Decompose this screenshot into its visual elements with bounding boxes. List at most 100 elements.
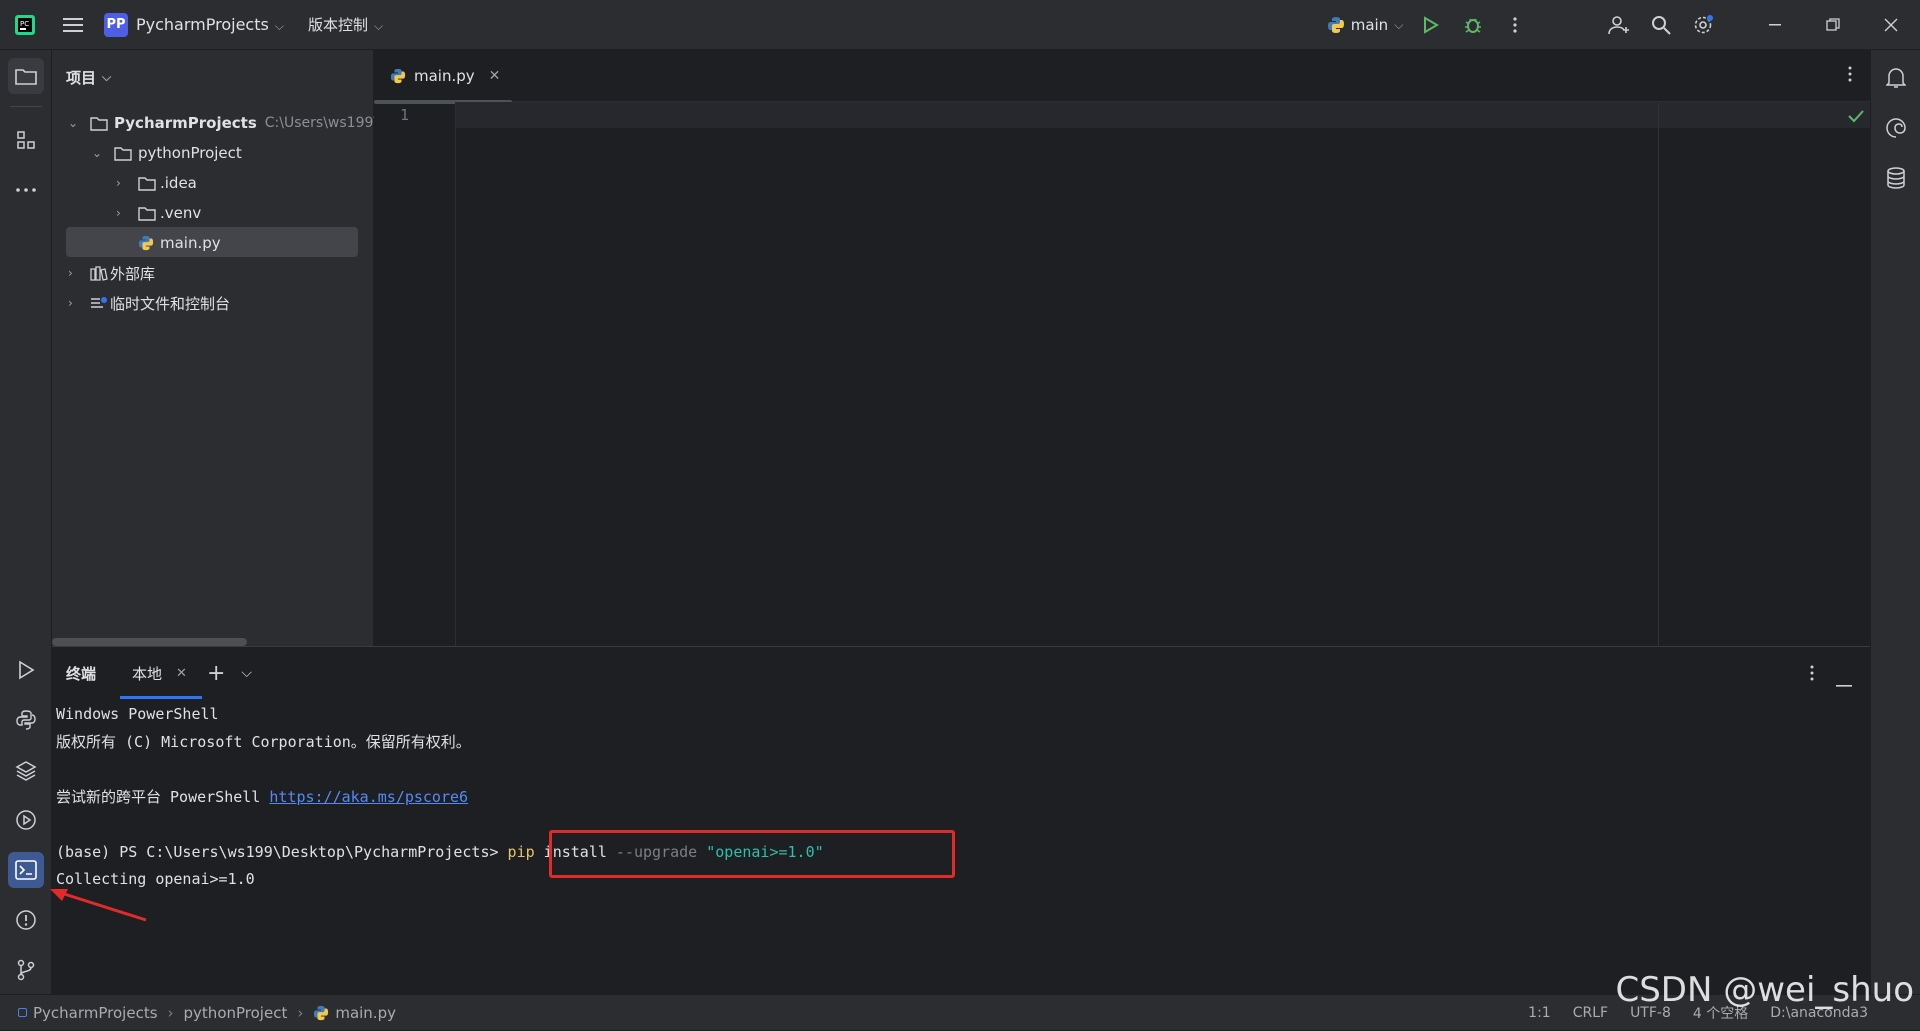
project-horizontal-scrollbar[interactable] <box>52 638 247 646</box>
chevron-right-icon[interactable]: › <box>68 296 84 310</box>
tree-item-label: pythonProject <box>138 144 242 162</box>
tree-item-label: .idea <box>160 174 197 192</box>
chevron-right-icon[interactable]: › <box>116 176 132 190</box>
folder-icon <box>114 146 132 161</box>
active-tab-indicator <box>120 696 203 699</box>
debug-button[interactable] <box>1452 0 1494 50</box>
tree-item-path: C:\Users\ws199\I <box>264 115 383 131</box>
close-tab-icon[interactable]: ✕ <box>176 666 187 681</box>
chevron-down-icon[interactable]: ⌵ <box>241 665 252 681</box>
run-button[interactable] <box>1410 0 1452 50</box>
tree-item-external-libraries[interactable]: › 外部库 <box>68 258 155 288</box>
code-area[interactable] <box>457 102 1869 646</box>
main-menu-button[interactable] <box>50 0 96 50</box>
run-tool-button[interactable] <box>8 652 44 688</box>
breadcrumb: PycharmProjects › pythonProject › main.p… <box>18 1004 396 1022</box>
breadcrumb-item[interactable]: main.py <box>335 1004 396 1022</box>
tree-item-idea[interactable]: › .idea <box>116 168 197 198</box>
close-tab-icon[interactable]: ✕ <box>489 68 501 84</box>
chevron-down-icon: ⌵ <box>1394 17 1404 32</box>
project-panel-header[interactable]: 项目 ⌵ <box>52 50 373 104</box>
terminal-panel: 终端 本地 ✕ + ⌵ Windows PowerShell 版权所有 (C) M… <box>52 646 1870 994</box>
structure-tool-button[interactable] <box>8 122 44 158</box>
pscore-link[interactable]: https://aka.ms/pscore6 <box>269 788 468 806</box>
git-tool-button[interactable] <box>8 952 44 988</box>
terminal-title: 终端 <box>66 664 97 683</box>
scratch-icon <box>91 296 107 308</box>
layers-icon <box>15 761 37 781</box>
editor-tab-main-py[interactable]: main.py ✕ <box>374 50 512 104</box>
search-icon[interactable] <box>1640 0 1682 50</box>
run-icon <box>19 660 35 680</box>
python-icon <box>1327 17 1344 33</box>
python-file-icon <box>390 68 406 84</box>
more-tools-button[interactable] <box>8 172 44 208</box>
tree-item-main-py[interactable]: main.py <box>138 228 221 258</box>
python-console-icon <box>16 710 36 730</box>
settings-gear-icon[interactable] <box>1682 0 1724 50</box>
breadcrumb-item[interactable]: pythonProject <box>184 1004 288 1022</box>
terminal-tool-button[interactable] <box>8 852 44 888</box>
folder-icon <box>138 176 156 191</box>
chevron-down-icon[interactable]: ⌄ <box>68 116 84 130</box>
project-badge[interactable]: PP <box>104 12 128 37</box>
project-name: PycharmProjects <box>136 15 269 34</box>
folder-icon <box>90 116 108 131</box>
terminal-line: Windows PowerShell <box>56 705 219 723</box>
new-terminal-plus-icon[interactable]: + <box>207 661 225 686</box>
terminal-options-button[interactable] <box>1810 665 1814 685</box>
chevron-down-icon[interactable]: ⌄ <box>92 146 108 160</box>
restore-button[interactable] <box>1804 0 1862 50</box>
terminal-icon <box>15 860 37 880</box>
tree-item-venv[interactable]: › .venv <box>116 198 201 228</box>
python-packages-tool-button[interactable] <box>8 752 44 788</box>
database-icon[interactable] <box>1878 160 1914 196</box>
tree-item-pythonproject[interactable]: ⌄ pythonProject <box>92 138 242 168</box>
close-window-button[interactable] <box>1862 0 1920 50</box>
problems-tool-button[interactable] <box>8 902 44 938</box>
line-number: 1 <box>400 106 410 124</box>
vcs-menu[interactable]: 版本控制 ⌵ <box>308 14 383 35</box>
library-icon <box>90 265 108 281</box>
red-arrow-annotation <box>50 889 147 922</box>
python-console-tool-button[interactable] <box>8 702 44 738</box>
folder-icon <box>15 69 37 85</box>
tree-item-label: 外部库 <box>110 264 156 283</box>
tree-item-scratches[interactable]: › 临时文件和控制台 <box>68 288 230 318</box>
caret-position[interactable]: 1:1 <box>1528 1005 1551 1021</box>
right-tool-strip <box>1870 50 1920 994</box>
notifications-bell-icon[interactable] <box>1878 60 1914 96</box>
editor-tab-options-button[interactable] <box>1848 66 1852 86</box>
terminal-tab-local[interactable]: 本地 ✕ <box>120 647 203 699</box>
editor-tab-label: main.py <box>414 67 475 85</box>
terminal-line: 版权所有 (C) Microsoft Corporation。保留所有权利。 <box>56 732 471 751</box>
left-tool-strip <box>0 50 52 994</box>
more-actions-button[interactable] <box>1494 0 1536 50</box>
hide-panel-minimize-icon[interactable] <box>1836 672 1852 691</box>
editor-area: main.py ✕ 1 <box>374 50 1870 646</box>
chevron-down-icon: ⌵ <box>274 19 284 33</box>
highlight-box-annotation <box>549 830 955 878</box>
run-config-selector[interactable]: main ⌵ <box>1320 0 1410 50</box>
editor-gutter <box>374 102 456 646</box>
project-switcher[interactable]: PycharmProjects ⌵ <box>136 15 284 34</box>
python-file-icon <box>314 1005 329 1020</box>
ai-assistant-spiral-icon[interactable] <box>1878 110 1914 146</box>
chevron-right-icon[interactable]: › <box>68 266 84 280</box>
add-user-icon[interactable] <box>1598 0 1640 50</box>
services-tool-button[interactable] <box>8 802 44 838</box>
pycharm-logo-icon[interactable]: PC <box>0 0 50 50</box>
project-tool-button[interactable] <box>8 58 44 94</box>
minimize-button[interactable] <box>1746 0 1804 50</box>
services-icon <box>16 810 36 830</box>
ellipsis-icon <box>16 188 36 192</box>
breadcrumb-item[interactable]: PycharmProjects <box>33 1004 158 1022</box>
terminal-tab-label: 本地 <box>132 664 163 683</box>
terminal-prompt: (base) PS C:\Users\ws199\Desktop\Pycharm… <box>56 842 508 861</box>
project-square-icon <box>18 1008 27 1017</box>
tree-item-pycharmprojects[interactable]: ⌄ PycharmProjects C:\Users\ws199\I <box>68 108 382 138</box>
chevron-right-icon[interactable]: › <box>116 206 132 220</box>
line-separator[interactable]: CRLF <box>1573 1005 1608 1021</box>
project-panel-title: 项目 <box>66 68 97 87</box>
